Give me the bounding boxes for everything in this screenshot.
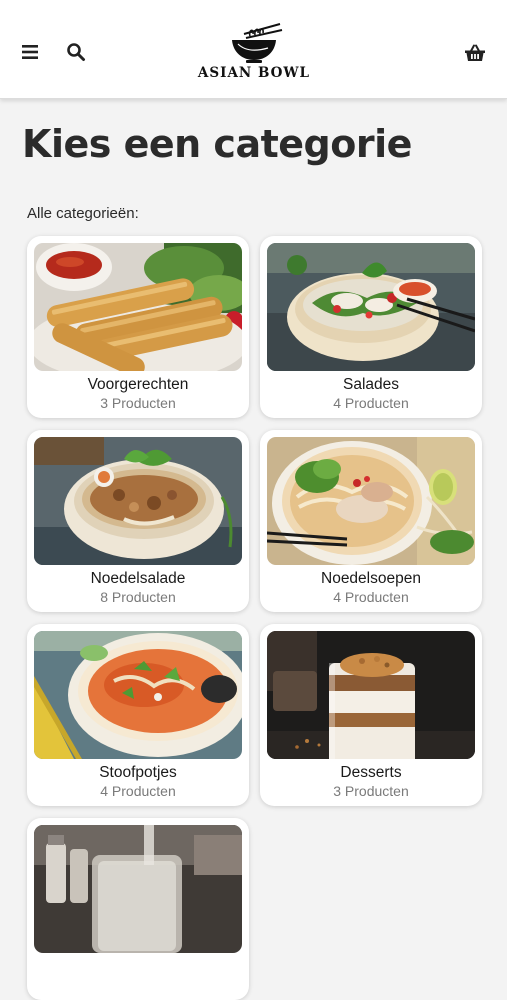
category-name: Salades [342, 376, 399, 393]
category-name: Stoofpotjes [99, 764, 177, 781]
category-card-voorgerechten[interactable]: Voorgerechten 3 Producten [27, 236, 249, 418]
hamburger-icon [22, 45, 38, 59]
search-icon [67, 43, 85, 61]
search-button[interactable] [64, 40, 88, 64]
category-image [267, 437, 475, 565]
dessert-glass-image [267, 631, 475, 759]
noodle-bowl-logo-icon [232, 23, 283, 63]
noodle-soup-bowl-image [267, 437, 475, 565]
category-name: Noedelsalade [90, 570, 186, 587]
category-count: 4 Producten [100, 783, 176, 799]
category-image [267, 243, 475, 371]
category-image [34, 825, 242, 953]
menu-button[interactable] [18, 40, 42, 64]
category-count: 3 Producten [333, 783, 409, 799]
salad-bowl-image [267, 243, 475, 371]
category-card-desserts[interactable]: Desserts 3 Producten [260, 624, 482, 806]
logo-text: ASIAN BOWL [197, 65, 311, 81]
category-count: 4 Producten [333, 589, 409, 605]
category-image [34, 437, 242, 565]
category-card-noedelsalade[interactable]: Noedelsalade 8 Producten [27, 430, 249, 612]
page-title: Kies een categorie [22, 122, 412, 166]
category-count: 3 Producten [100, 395, 176, 411]
category-card-noedelsoepen[interactable]: Noedelsoepen 4 Producten [260, 430, 482, 612]
spring-rolls-image [34, 243, 242, 371]
category-name: Noedelsoepen [321, 570, 421, 587]
category-image [34, 631, 242, 759]
drinks-image [34, 825, 242, 953]
category-count: 4 Producten [333, 395, 409, 411]
section-label: Alle categorieën: [27, 205, 139, 222]
logo[interactable]: ASIAN BOWL [190, 20, 318, 84]
noodle-salad-bowl-image [34, 437, 242, 565]
app-header: ASIAN BOWL [0, 0, 507, 99]
basket-icon [465, 44, 485, 61]
stew-bowl-image [34, 631, 242, 759]
category-card-stoofpotjes[interactable]: Stoofpotjes 4 Producten [27, 624, 249, 806]
cart-button[interactable] [462, 40, 488, 66]
category-card-salades[interactable]: Salades 4 Producten [260, 236, 482, 418]
category-name: Desserts [340, 764, 402, 781]
category-name: Voorgerechten [87, 376, 189, 393]
category-count: 8 Producten [100, 589, 176, 605]
category-image [267, 631, 475, 759]
category-card-drinks[interactable] [27, 818, 249, 1000]
category-image [34, 243, 242, 371]
